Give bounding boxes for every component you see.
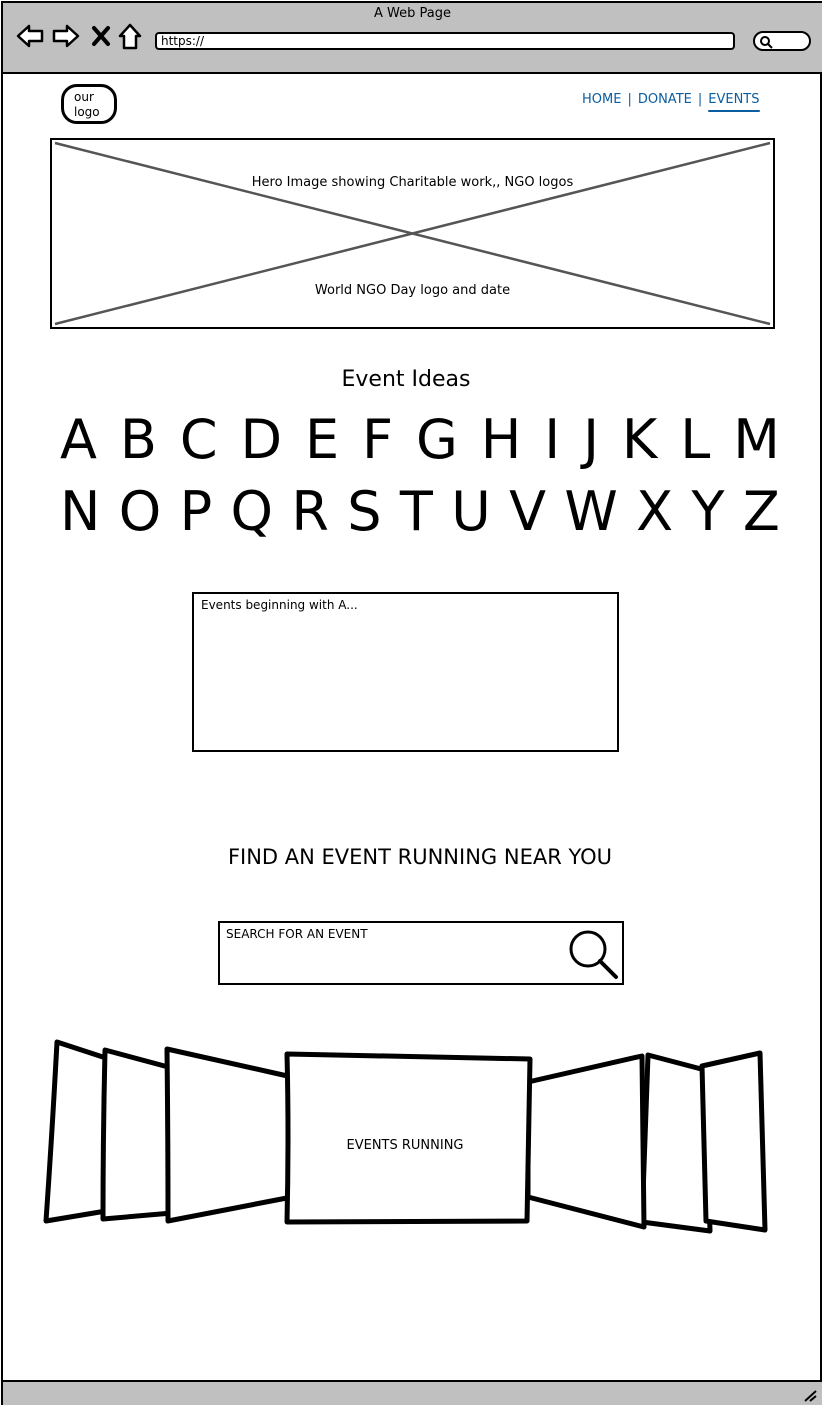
alphabet-row-1: A B C D E F G H I J K L M — [60, 410, 780, 470]
url-bar[interactable]: https:// — [155, 32, 735, 50]
letter-link[interactable]: L — [680, 410, 710, 470]
logo-line-1: our — [74, 90, 94, 104]
letter-link[interactable]: M — [733, 410, 780, 470]
letter-link[interactable]: O — [119, 482, 162, 542]
carousel-card — [164, 1046, 295, 1224]
forward-arrow-icon[interactable] — [51, 22, 81, 50]
close-icon[interactable] — [90, 22, 112, 50]
status-bar — [3, 1380, 822, 1405]
letter-link[interactable]: J — [583, 410, 599, 470]
letter-link[interactable]: B — [120, 410, 157, 470]
event-search-placeholder: SEARCH FOR AN EVENT — [226, 927, 368, 941]
events-carousel[interactable]: EVENTS RUNNING — [0, 1035, 825, 1245]
letter-link[interactable]: K — [622, 410, 657, 470]
letter-link[interactable]: N — [60, 482, 100, 542]
letter-link[interactable]: T — [400, 482, 433, 542]
letter-link[interactable]: Y — [692, 482, 725, 542]
search-icon[interactable] — [568, 929, 620, 981]
search-icon — [760, 36, 773, 49]
letter-link[interactable]: V — [509, 482, 546, 542]
find-event-heading: FIND AN EVENT RUNNING NEAR YOU — [227, 845, 613, 869]
letter-link[interactable]: D — [240, 410, 282, 470]
letter-link[interactable]: H — [481, 410, 522, 470]
letter-link[interactable]: W — [564, 482, 617, 542]
letter-link[interactable]: Z — [743, 482, 780, 542]
letter-link[interactable]: E — [305, 410, 339, 470]
nav-donate-link[interactable]: DONATE — [638, 92, 692, 107]
events-results-panel: Events beginning with A... — [192, 592, 619, 752]
hero-image-placeholder: Hero Image showing Charitable work,, NGO… — [50, 138, 775, 329]
home-icon[interactable] — [117, 22, 143, 50]
nav-events-link[interactable]: EVENTS — [708, 92, 760, 112]
hero-caption-bottom: World NGO Day logo and date — [314, 283, 511, 298]
nav-separator: | — [627, 92, 632, 107]
hero-caption-top: Hero Image showing Charitable work,, NGO… — [251, 175, 574, 190]
letter-link[interactable]: P — [180, 482, 213, 542]
letter-link[interactable]: G — [416, 410, 458, 470]
carousel-label: EVENTS RUNNING — [346, 1138, 464, 1153]
letter-link[interactable]: I — [544, 410, 560, 470]
site-logo[interactable]: our logo — [61, 84, 117, 124]
letter-link[interactable]: X — [636, 482, 673, 542]
letter-link[interactable]: Q — [231, 482, 274, 542]
window-title: A Web Page — [374, 6, 451, 21]
browser-search-field[interactable] — [753, 31, 811, 51]
resize-grip-icon[interactable] — [802, 1388, 818, 1402]
letter-link[interactable]: A — [60, 410, 97, 470]
event-search-input[interactable]: SEARCH FOR AN EVENT — [218, 921, 624, 985]
carousel-card — [100, 1047, 175, 1222]
letter-link[interactable]: R — [291, 482, 329, 542]
logo-line-2: logo — [74, 105, 100, 119]
alphabet-row-2: N O P Q R S T U V W X Y Z — [60, 482, 780, 542]
event-ideas-heading: Event Ideas — [341, 367, 471, 392]
letter-link[interactable]: C — [180, 410, 218, 470]
letter-link[interactable]: U — [451, 482, 491, 542]
events-results-label: Events beginning with A... — [201, 598, 358, 612]
letter-link[interactable]: F — [362, 410, 393, 470]
nav-home-link[interactable]: HOME — [582, 92, 621, 107]
nav-separator: | — [697, 92, 703, 107]
back-arrow-icon[interactable] — [15, 22, 45, 50]
carousel-card — [525, 1053, 647, 1230]
top-navigation: HOME | DONATE | EVENTS — [582, 92, 760, 112]
letter-link[interactable]: S — [347, 482, 381, 542]
carousel-card — [699, 1050, 768, 1233]
image-placeholder-cross — [54, 141, 771, 326]
carousel-card — [639, 1052, 713, 1234]
